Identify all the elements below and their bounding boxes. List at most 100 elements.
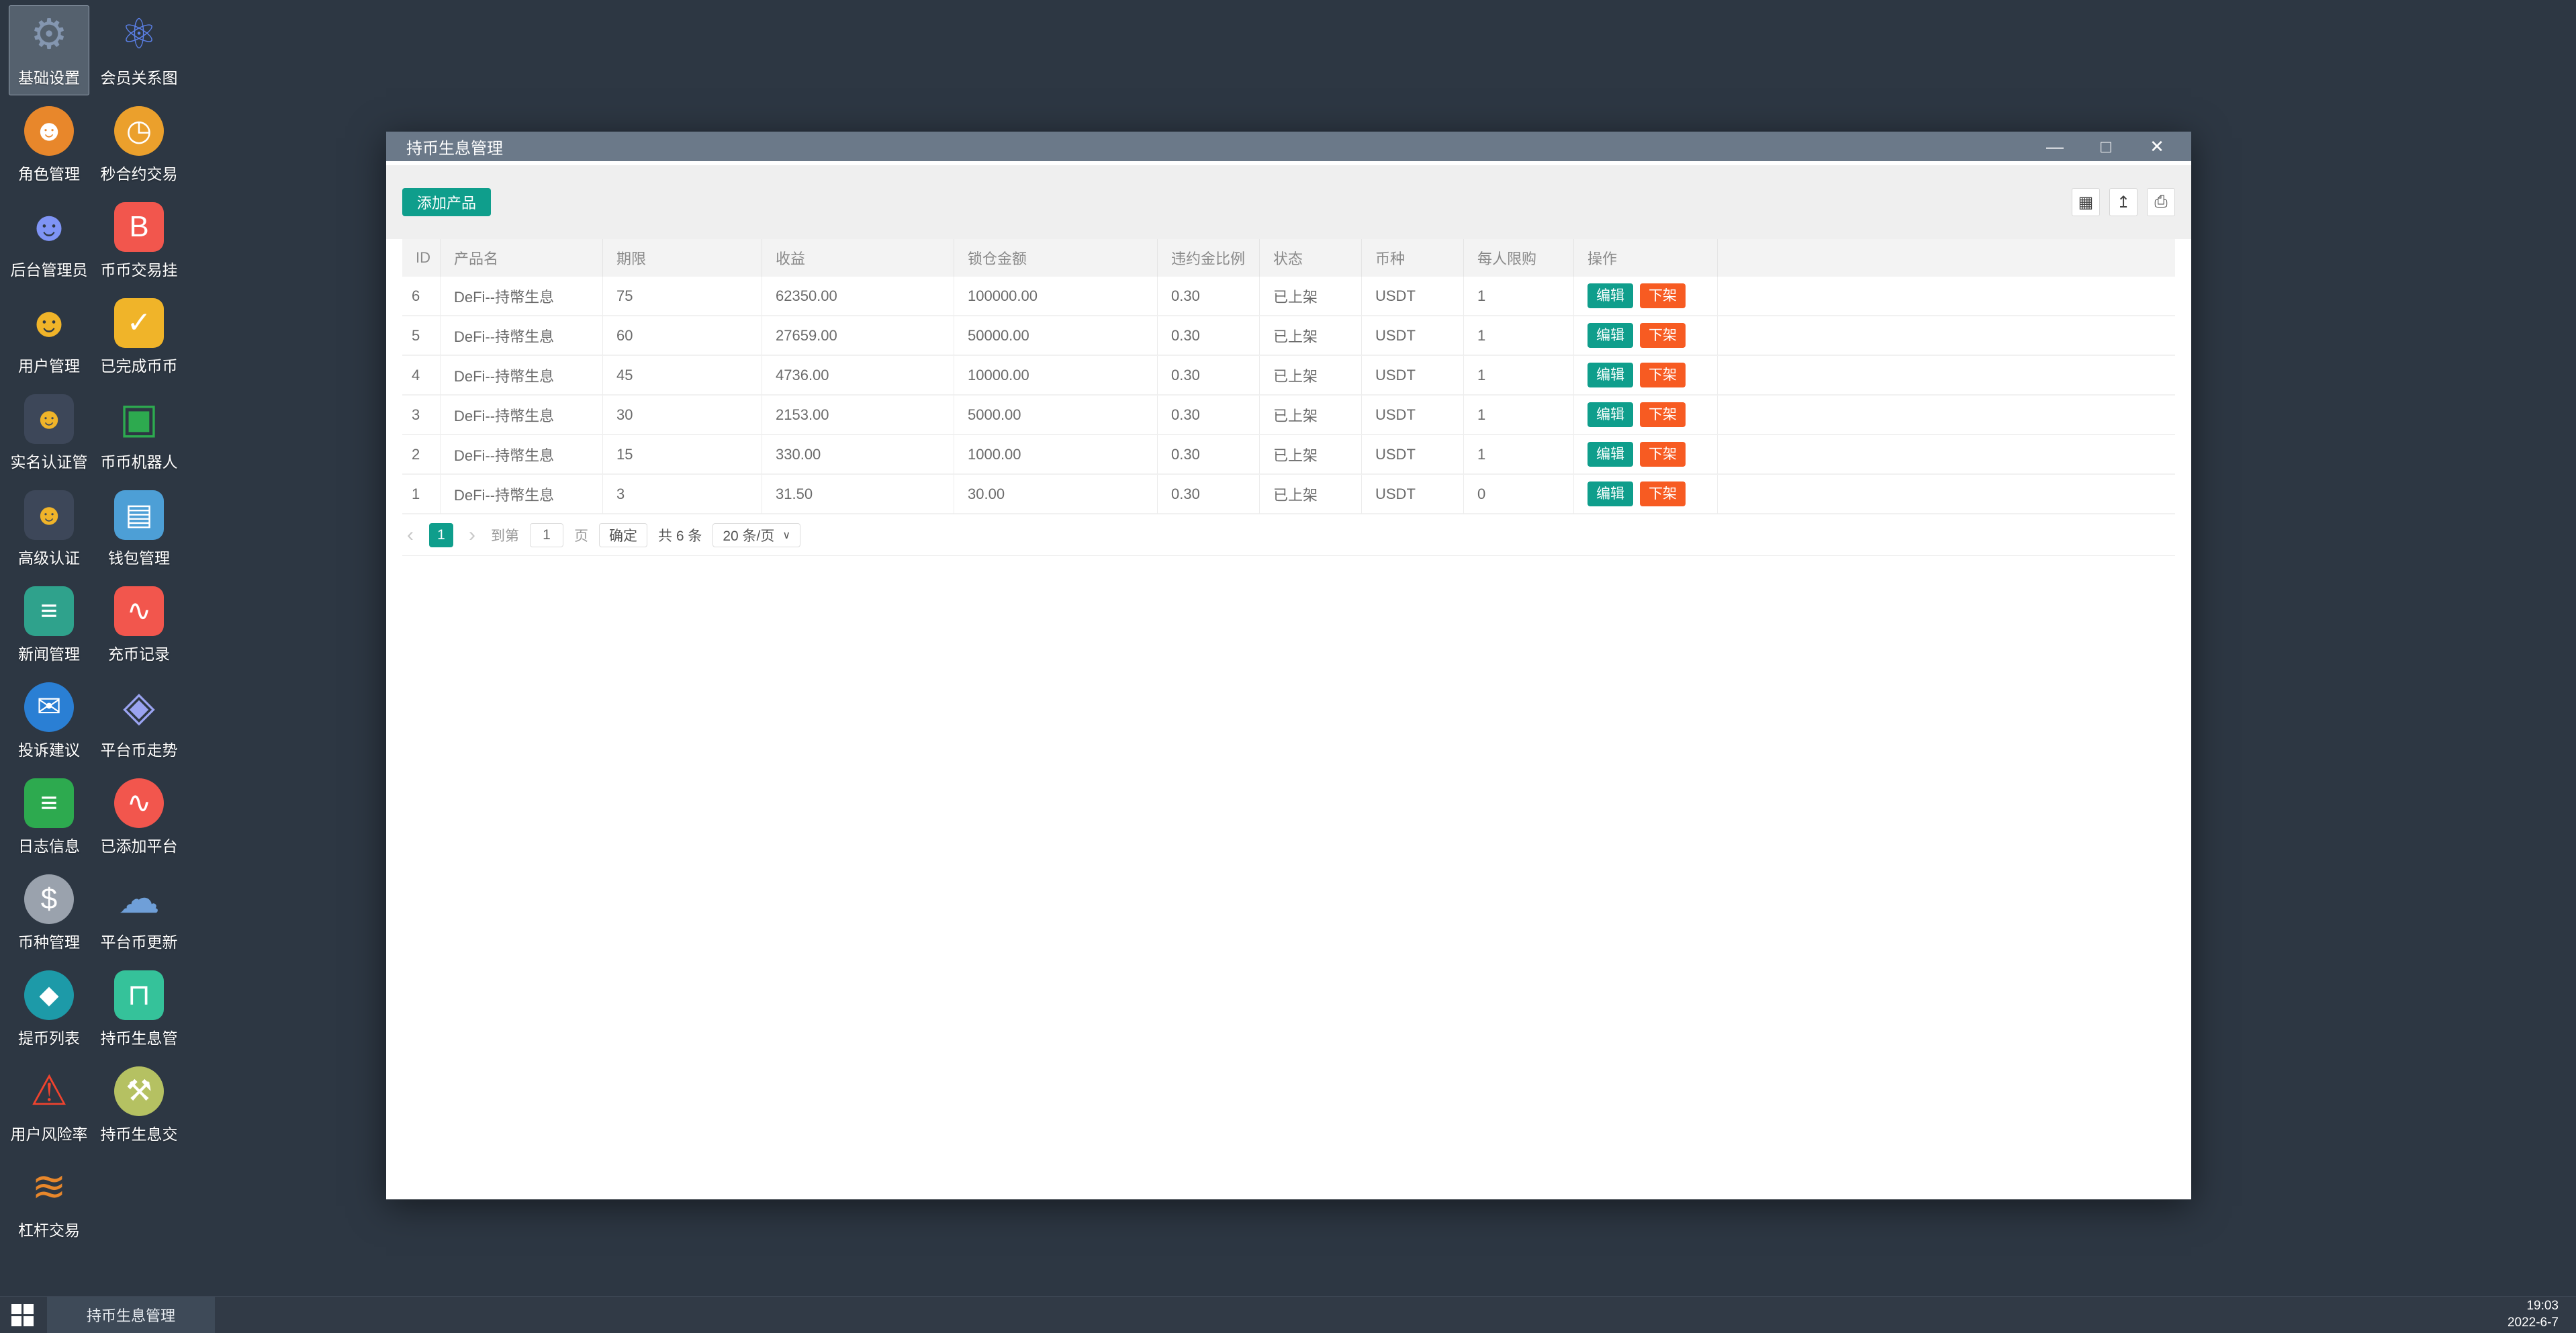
alarm-icon[interactable]: ⚠ 用户风险率: [9, 1062, 89, 1152]
cell-filler: [1718, 316, 2175, 356]
gear-icon[interactable]: ⚙ 基础设置: [9, 5, 89, 95]
desktop-icon-label: 平台币走势: [101, 737, 178, 760]
id-verify-icon[interactable]: ☻ 实名认证管: [9, 389, 89, 479]
log-doc-icon: ≡: [24, 778, 74, 828]
taskbar: 持币生息管理 19:03 2022-6-7: [0, 1296, 2576, 1333]
padlock-icon[interactable]: ⊓ 持币生息管: [99, 966, 179, 1056]
current-page-button[interactable]: 1: [429, 523, 453, 547]
cell-coin: USDT: [1362, 396, 1464, 435]
offshelf-button[interactable]: 下架: [1640, 363, 1686, 387]
cell-filler: [1718, 396, 2175, 435]
user-search-icon[interactable]: ☻ 用户管理: [9, 293, 89, 383]
network-icon[interactable]: ⚛ 会员关系图: [99, 5, 179, 95]
taskbar-task-item[interactable]: 持币生息管理: [47, 1297, 215, 1333]
maximize-icon[interactable]: □: [2092, 134, 2120, 158]
cell-term: 15: [603, 435, 762, 475]
page-number-input[interactable]: [530, 523, 563, 547]
advanced-verify-icon[interactable]: ☻ 高级认证: [9, 486, 89, 576]
bitcoin-icon[interactable]: B 币币交易挂: [99, 197, 179, 287]
table-row: 4 DeFi--持幣生息 45 4736.00 10000.00 0.30 已上…: [402, 356, 2175, 396]
offshelf-button[interactable]: 下架: [1640, 442, 1686, 467]
cell-locked-amount: 10000.00: [954, 356, 1158, 396]
desktop-icon-label: 基础设置: [18, 65, 80, 88]
start-button[interactable]: [0, 1297, 44, 1333]
role-person-icon: ☻: [24, 106, 74, 156]
table-body: 6 DeFi--持幣生息 75 62350.00 100000.00 0.30 …: [402, 277, 2175, 514]
edit-button[interactable]: 编辑: [1588, 481, 1633, 506]
coin-dollar-icon[interactable]: $ 币种管理: [9, 870, 89, 960]
cloud-refresh-icon[interactable]: ☁ 平台币更新: [99, 870, 179, 960]
desktop-icon-label: 角色管理: [18, 161, 80, 184]
page-size-select[interactable]: 20 条/页 ∨: [712, 523, 800, 547]
cell-operations: 编辑 下架: [1574, 277, 1718, 316]
cell-coin: USDT: [1362, 435, 1464, 475]
deposit-record-icon[interactable]: ∿ 充币记录: [99, 582, 179, 672]
desktop-icon-label: 已完成币币: [101, 353, 178, 376]
taskbar-clock[interactable]: 19:03 2022-6-7: [2508, 1298, 2576, 1331]
desktop-icon-label: 新闻管理: [18, 641, 80, 664]
prev-page-icon[interactable]: ‹: [402, 524, 418, 547]
news-doc-icon[interactable]: ≡ 新闻管理: [9, 582, 89, 672]
stopwatch-icon[interactable]: ◷ 秒合约交易: [99, 101, 179, 191]
cell-locked-amount: 100000.00: [954, 277, 1158, 316]
desktop-icon-label: 币币机器人: [101, 449, 178, 472]
log-doc-icon[interactable]: ≡ 日志信息: [9, 774, 89, 864]
edit-button[interactable]: 编辑: [1588, 363, 1633, 387]
total-count-label: 共 6 条: [658, 525, 702, 545]
cell-status: 已上架: [1260, 435, 1362, 475]
layers-trend-icon[interactable]: ◈ 平台币走势: [99, 678, 179, 768]
edit-button[interactable]: 编辑: [1588, 323, 1633, 348]
role-person-icon[interactable]: ☻ 角色管理: [9, 101, 89, 191]
offshelf-button[interactable]: 下架: [1640, 402, 1686, 427]
layers-stack-icon[interactable]: ≋ 杠杆交易: [9, 1158, 89, 1248]
columns-icon[interactable]: ▦: [2072, 188, 2100, 216]
cell-filler: [1718, 356, 2175, 396]
mail-icon[interactable]: ✉ 投诉建议: [9, 678, 89, 768]
cell-operations: 编辑 下架: [1574, 356, 1718, 396]
completed-check-icon[interactable]: ✓ 已完成币币: [99, 293, 179, 383]
table-row: 6 DeFi--持幣生息 75 62350.00 100000.00 0.30 …: [402, 277, 2175, 316]
admin-person-icon[interactable]: ☻ 后台管理员: [9, 197, 89, 287]
hammer-icon[interactable]: ⚒ 持币生息交: [99, 1062, 179, 1152]
cell-penalty-ratio: 0.30: [1158, 316, 1260, 356]
window-title: 持币生息管理: [406, 135, 503, 158]
robot-icon[interactable]: ▣ 币币机器人: [99, 389, 179, 479]
export-icon[interactable]: ↥: [2109, 188, 2137, 216]
next-page-icon[interactable]: ›: [464, 524, 480, 547]
window-titlebar[interactable]: 持币生息管理 — □ ✕: [386, 132, 2191, 161]
cell-coin: USDT: [1362, 475, 1464, 514]
stopwatch-icon: ◷: [114, 106, 164, 156]
offshelf-button[interactable]: 下架: [1640, 481, 1686, 506]
cell-id: 1: [402, 475, 441, 514]
desktop-icon-label: 钱包管理: [108, 545, 170, 568]
platform-added-icon[interactable]: ∿ 已添加平台: [99, 774, 179, 864]
edit-button[interactable]: 编辑: [1588, 442, 1633, 467]
cell-status: 已上架: [1260, 475, 1362, 514]
withdraw-list-icon[interactable]: ◆ 提币列表: [9, 966, 89, 1056]
products-table: ID 产品名 期限 收益 锁仓金额 违约金比例 状态 币种 每人限购 操作: [386, 239, 2191, 514]
desktop-icon-label: 高级认证: [18, 545, 80, 568]
table-header-cell: 违约金比例: [1158, 239, 1260, 277]
desktop-icon-label: 投诉建议: [18, 737, 80, 760]
cell-limit: 0: [1464, 475, 1574, 514]
edit-button[interactable]: 编辑: [1588, 402, 1633, 427]
cell-product-name: DeFi--持幣生息: [441, 277, 603, 316]
print-icon[interactable]: ⎙: [2147, 188, 2175, 216]
minimize-icon[interactable]: —: [2041, 134, 2069, 158]
cell-status: 已上架: [1260, 277, 1362, 316]
confirm-button[interactable]: 确定: [599, 523, 647, 547]
desktop-icon-label: 日志信息: [18, 833, 80, 856]
add-product-button[interactable]: 添加产品: [402, 188, 491, 216]
table-header-filler: [1718, 239, 2175, 277]
wallet-icon[interactable]: ▤ 钱包管理: [99, 486, 179, 576]
offshelf-button[interactable]: 下架: [1640, 283, 1686, 308]
offshelf-button[interactable]: 下架: [1640, 323, 1686, 348]
cell-income: 31.50: [762, 475, 954, 514]
wallet-icon: ▤: [114, 490, 164, 540]
close-icon[interactable]: ✕: [2143, 134, 2171, 158]
cell-product-name: DeFi--持幣生息: [441, 356, 603, 396]
cell-limit: 1: [1464, 316, 1574, 356]
table-header-cell: 锁仓金额: [954, 239, 1158, 277]
edit-button[interactable]: 编辑: [1588, 283, 1633, 308]
toolbar-right-icons: ▦ ↥ ⎙: [2072, 188, 2175, 216]
